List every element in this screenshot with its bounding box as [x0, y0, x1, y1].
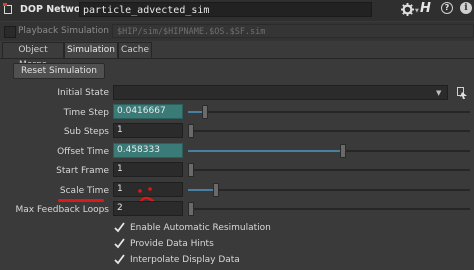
interpolate-display-data-checkbox[interactable] — [114, 254, 125, 265]
playback-path-field[interactable]: $HIP/sim/$HIPNAME.$OS.$SF.sim — [112, 24, 474, 38]
time-step-slider[interactable] — [188, 111, 470, 113]
interpolate-display-data-label: Interpolate Display Data — [130, 255, 240, 265]
houdini-logo-icon[interactable]: H — [420, 1, 431, 16]
gear-icon[interactable] — [401, 3, 414, 16]
offset-time-label: Offset Time — [57, 147, 109, 157]
provide-data-hints-checkbox[interactable] — [114, 238, 125, 249]
time-step-slider-fill — [188, 111, 202, 113]
max-feedback-loops-label: Max Feedback Loops — [15, 205, 109, 215]
sub-steps-slider-handle[interactable] — [188, 124, 194, 138]
annotation-underline — [58, 199, 104, 202]
playback-label: Playback Simulation — [18, 26, 109, 36]
start-frame-slider[interactable] — [188, 169, 470, 171]
scale-time-slider[interactable] — [188, 189, 470, 191]
provide-data-hints-label: Provide Data Hints — [130, 239, 214, 249]
max-feedback-loops-slider[interactable] — [188, 208, 470, 210]
sub-steps-label: Sub Steps — [63, 127, 109, 137]
node-name-field[interactable]: particle_advected_sim — [79, 2, 372, 17]
scale-time-slider-fill — [188, 189, 213, 191]
tab-divider — [0, 58, 474, 59]
enable-resimulation-label: Enable Automatic Resimulation — [130, 223, 271, 233]
offset-time-slider-fill — [188, 150, 340, 152]
sub-steps-slider[interactable] — [188, 130, 470, 132]
playback-checkbox[interactable] — [4, 26, 16, 38]
dop-network-icon — [3, 3, 12, 14]
scale-time-label: Scale Time — [59, 186, 109, 196]
time-step-field[interactable]: 0.0416667 — [113, 104, 183, 119]
node-chooser-icon[interactable] — [456, 86, 468, 99]
offset-time-field[interactable]: 0.458333 — [113, 143, 183, 158]
chevron-down-icon[interactable]: ▼ — [415, 8, 419, 14]
max-feedback-loops-slider-handle[interactable] — [188, 202, 194, 216]
start-frame-slider-handle[interactable] — [188, 163, 194, 177]
start-frame-field[interactable]: 1 — [113, 162, 183, 177]
time-step-label: Time Step — [63, 108, 109, 118]
time-step-slider-handle[interactable] — [201, 105, 208, 119]
start-frame-label: Start Frame — [56, 166, 109, 176]
chevron-down-icon[interactable]: ▼ — [436, 89, 441, 97]
tab-simulation[interactable]: Simulation — [64, 42, 118, 58]
help-icon[interactable]: ? — [441, 2, 453, 14]
reset-simulation-button[interactable]: Reset Simulation — [13, 63, 105, 79]
info-icon[interactable]: i — [460, 2, 472, 14]
tab-cache[interactable]: Cache — [118, 42, 152, 58]
offset-time-slider-handle[interactable] — [339, 144, 346, 158]
scale-time-slider-handle[interactable] — [212, 183, 219, 197]
tab-object-merge[interactable]: Object Merge — [2, 42, 64, 70]
max-feedback-loops-field[interactable]: 2 — [113, 201, 183, 216]
initial-state-field[interactable] — [113, 85, 448, 100]
initial-state-label: Initial State — [57, 88, 109, 98]
sub-steps-field[interactable]: 1 — [113, 123, 183, 138]
enable-resimulation-checkbox[interactable] — [114, 222, 125, 233]
